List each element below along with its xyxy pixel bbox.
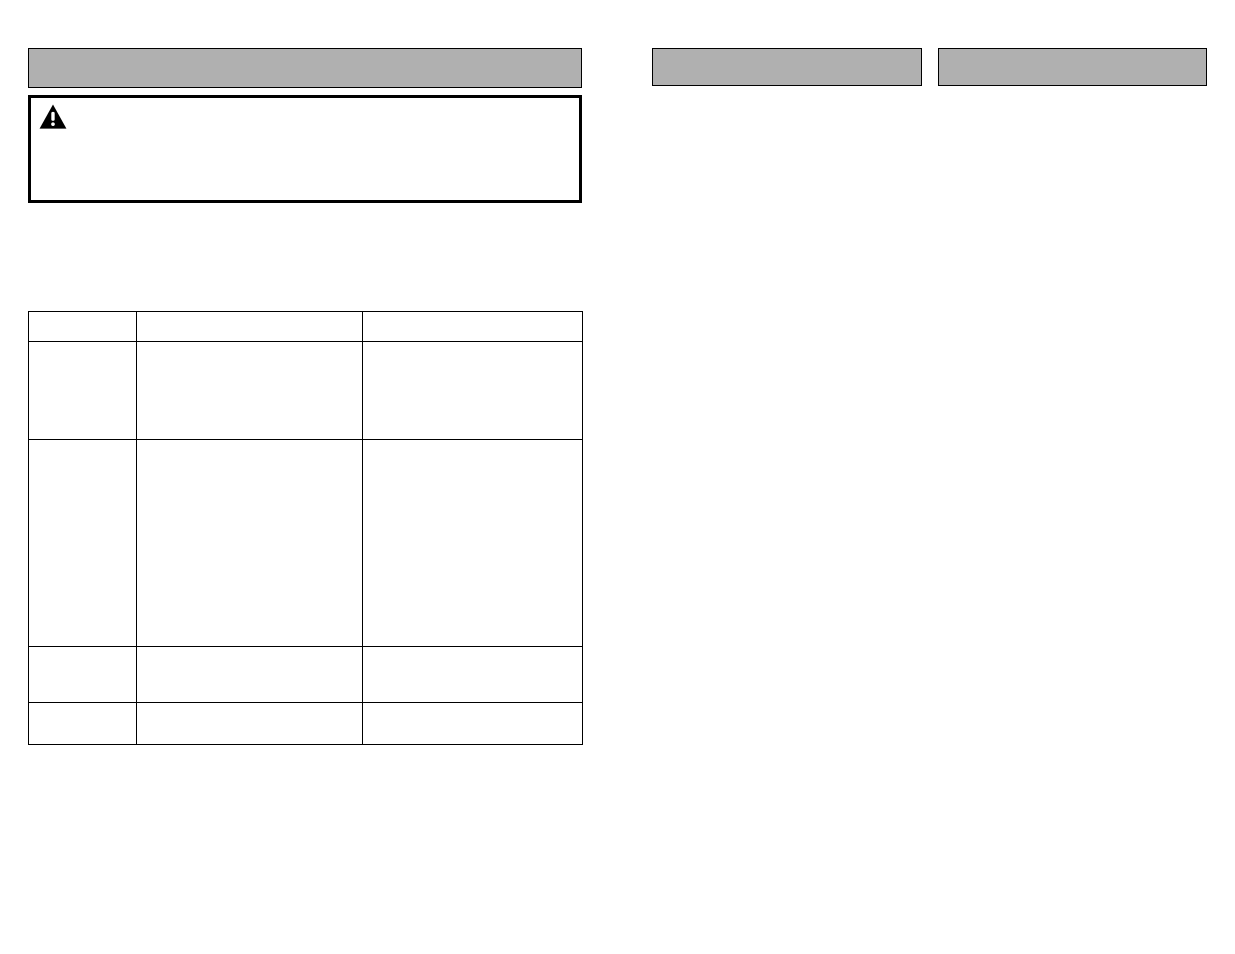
table-cell <box>137 647 363 703</box>
disposal-header <box>938 48 1208 86</box>
table-cell <box>363 342 583 440</box>
table-cell <box>363 703 583 745</box>
table-header <box>363 312 583 342</box>
table-cell <box>137 703 363 745</box>
warning-box <box>28 95 582 203</box>
table-cell <box>363 440 583 647</box>
maintenance-header <box>28 48 582 88</box>
table-header <box>29 312 137 342</box>
table-header <box>137 312 363 342</box>
table-cell <box>137 342 363 440</box>
table-cell <box>29 647 137 703</box>
storage-header <box>652 48 922 86</box>
table-cell <box>363 647 583 703</box>
table-cell <box>29 440 137 647</box>
table-cell <box>29 342 137 440</box>
table-cell <box>29 703 137 745</box>
warning-icon <box>39 104 67 130</box>
table-cell <box>137 440 363 647</box>
maintenance-table <box>28 311 583 745</box>
